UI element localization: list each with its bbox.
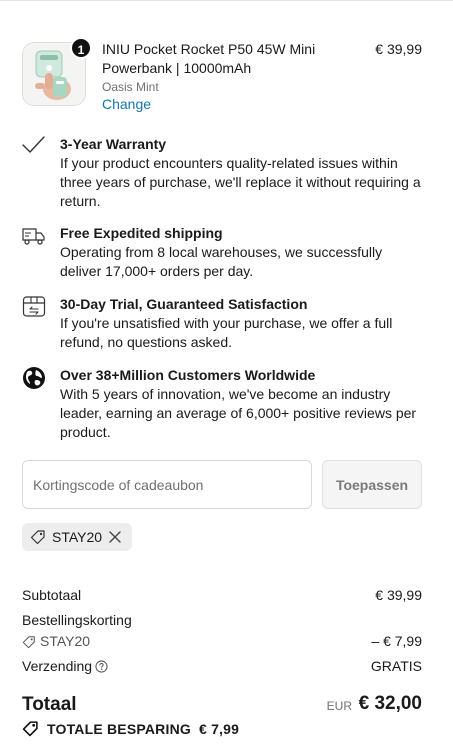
product-price: € 39,99 — [375, 41, 422, 57]
total-value: € 32,00 — [358, 693, 422, 714]
total-row: Totaal EUR € 32,00 — [22, 692, 422, 718]
order-discount-code: STAY20 — [22, 632, 90, 651]
top-divider — [0, 0, 453, 1]
feature-title: Free Expedited shipping — [60, 225, 223, 241]
tag-icon — [22, 721, 38, 737]
subtotal-value: € 39,99 — [375, 587, 422, 603]
tag-icon — [22, 635, 35, 648]
box-return-icon — [22, 296, 46, 317]
close-icon[interactable] — [108, 530, 122, 544]
total-currency: EUR — [326, 699, 352, 713]
feature-title: 30-Day Trial, Guaranteed Satisfaction — [60, 296, 308, 312]
savings-value: € 7,99 — [199, 720, 240, 737]
apply-discount-button[interactable]: Toepassen — [322, 460, 422, 509]
tag-icon — [30, 530, 45, 545]
globe-icon — [23, 367, 45, 389]
quantity-badge: 1 — [70, 37, 92, 59]
feature-title: 3-Year Warranty — [60, 136, 167, 152]
applied-discount-code: STAY20 — [52, 529, 103, 545]
order-discount-value: – € 7,99 — [371, 633, 422, 649]
feature-body: Operating from 8 local warehouses, we su… — [60, 244, 383, 279]
feature-body: If you're unsatisfied with your purchase… — [60, 315, 393, 350]
savings-label: TOTALE BESPARING — [47, 720, 191, 737]
feature-body: With 5 years of innovation, we've become… — [60, 386, 417, 440]
shipping-label-wrap: Verzending — [22, 657, 108, 676]
help-icon[interactable] — [95, 660, 108, 673]
checkmark-icon — [22, 136, 45, 153]
order-discount-label: Bestellingskorting — [22, 612, 132, 628]
feature-body: If your product encounters quality-relat… — [60, 155, 421, 209]
change-variant-link[interactable]: Change — [102, 95, 342, 114]
product-title: INIU Pocket Rocket P50 45W Mini Powerban… — [102, 41, 316, 76]
discount-code-input[interactable] — [22, 460, 312, 509]
product-info: INIU Pocket Rocket P50 45W Mini Powerban… — [102, 40, 342, 114]
total-savings: TOTALE BESPARING € 7,99 — [22, 720, 239, 737]
feature-title: Over 38+Million Customers Worldwide — [60, 367, 316, 383]
order-discount-code-text: STAY20 — [40, 633, 91, 649]
subtotal-label: Subtotaal — [22, 587, 82, 603]
applied-discount-chip: STAY20 — [22, 523, 133, 551]
shipping-label: Verzending — [22, 658, 93, 674]
total-label: Totaal — [22, 694, 77, 715]
shipping-value: GRATIS — [370, 658, 422, 674]
product-variant: Oasis Mint — [102, 80, 159, 94]
cart-line-item: 1 INIU Pocket Rocket P50 45W Mini Powerb… — [22, 37, 422, 114]
delivery-truck-icon — [22, 228, 45, 245]
